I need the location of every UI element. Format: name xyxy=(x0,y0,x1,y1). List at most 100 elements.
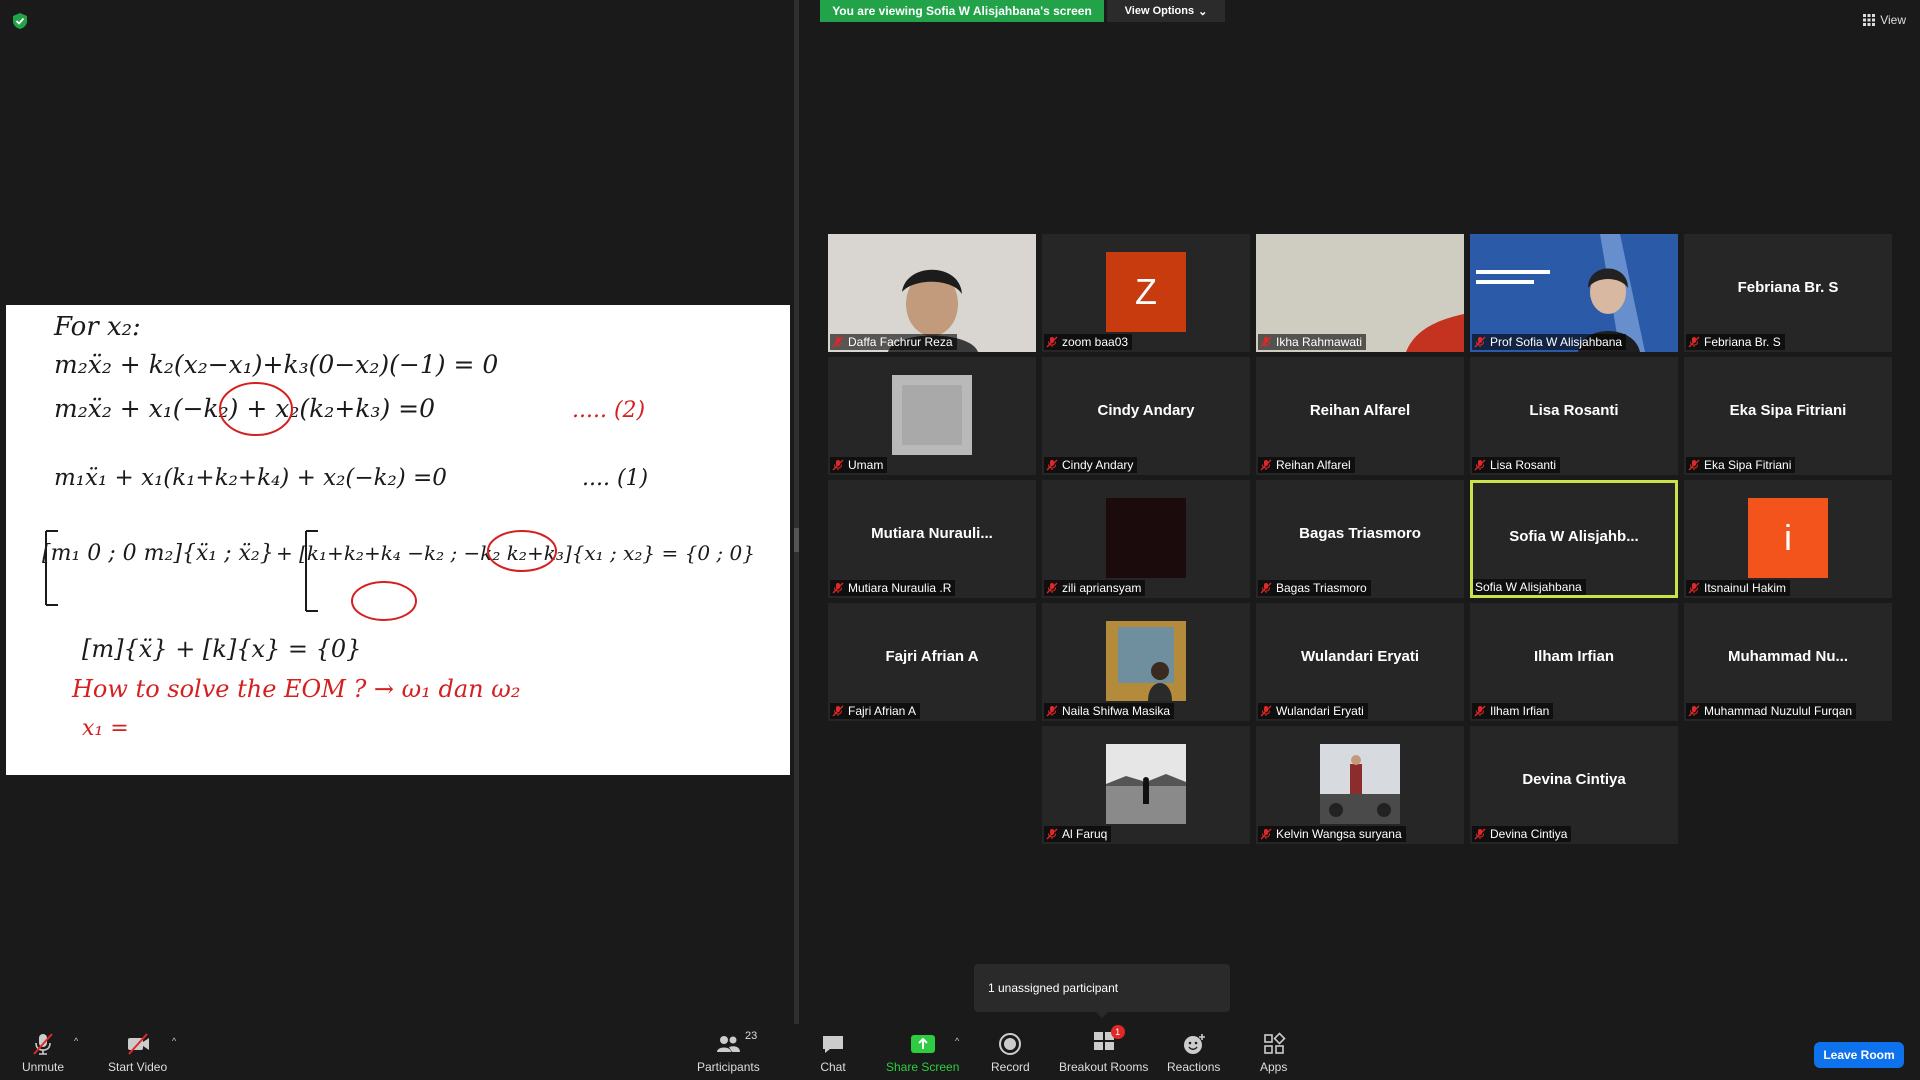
share-screen-button[interactable]: Share Screen xyxy=(886,1032,959,1074)
participant-name: Wulandari Eryati xyxy=(1276,704,1364,718)
participant-display-name: Wulandari Eryati xyxy=(1300,648,1420,665)
mic-muted-icon xyxy=(1688,336,1700,348)
mic-muted-icon xyxy=(832,336,844,348)
apps-icon xyxy=(1263,1032,1286,1054)
participant-nameplate: Ilham Irfian xyxy=(1472,703,1554,719)
participant-tile[interactable]: i Itsnainul Hakim xyxy=(1684,480,1892,598)
leave-room-button[interactable]: Leave Room xyxy=(1814,1042,1904,1068)
board-line-3: m₂ẍ₂ + x₁(−k₂) + x₂(k₂+k₃) =0 xyxy=(54,394,435,423)
participant-tile[interactable]: Umam xyxy=(828,357,1036,475)
participants-label: Participants xyxy=(697,1060,760,1074)
apps-button[interactable]: Apps xyxy=(1260,1032,1287,1074)
participant-display-name: Muhammad Nu... xyxy=(1727,648,1848,665)
chat-label: Chat xyxy=(820,1060,846,1074)
tooltip-pointer xyxy=(1094,1010,1110,1018)
participant-tile[interactable]: Cindy Andary Cindy Andary xyxy=(1042,357,1250,475)
mic-muted-icon xyxy=(1474,336,1486,348)
participant-tile[interactable]: Al Faruq xyxy=(1042,726,1250,844)
participant-tile[interactable]: Sofia W Alisjahb... Sofia W Alisjahbana xyxy=(1470,480,1678,598)
participant-nameplate: Daffa Fachrur Reza xyxy=(830,334,957,350)
participant-tile[interactable]: Fajri Afrian A Fajri Afrian A xyxy=(828,603,1036,721)
participant-nameplate: Lisa Rosanti xyxy=(1472,457,1561,473)
record-icon xyxy=(999,1033,1022,1055)
record-button[interactable]: Record xyxy=(991,1032,1030,1074)
participant-nameplate: Devina Cintiya xyxy=(1472,826,1572,842)
mic-muted-icon xyxy=(1688,705,1700,717)
video-off-icon xyxy=(127,1033,149,1055)
participant-display-name: Febriana Br. S xyxy=(1737,279,1839,296)
participant-display-name: Eka Sipa Fitriani xyxy=(1729,402,1847,419)
avatar: Z xyxy=(1106,252,1186,332)
avatar: i xyxy=(1748,498,1828,578)
participant-nameplate: zili apriansyam xyxy=(1044,580,1146,596)
video-options-caret[interactable]: ^ xyxy=(172,1036,176,1046)
security-shield-icon[interactable] xyxy=(12,12,28,30)
mic-muted-icon xyxy=(1260,336,1272,348)
participant-name: Muhammad Nuzulul Furqan xyxy=(1704,704,1853,718)
participant-tile[interactable]: Wulandari Eryati Wulandari Eryati xyxy=(1256,603,1464,721)
participant-tile[interactable]: Eka Sipa Fitriani Eka Sipa Fitriani xyxy=(1684,357,1892,475)
participant-tile[interactable]: Ilham Irfian Ilham Irfian xyxy=(1470,603,1678,721)
start-video-button[interactable]: Start Video xyxy=(108,1032,167,1074)
participant-display-name: Lisa Rosanti xyxy=(1529,402,1619,419)
participant-nameplate: Eka Sipa Fitriani xyxy=(1686,457,1796,473)
split-divider[interactable] xyxy=(794,0,799,1024)
participant-tile[interactable]: Febriana Br. S Febriana Br. S xyxy=(1684,234,1892,352)
participant-tile[interactable]: Prof Sofia W Alisjahbana xyxy=(1470,234,1678,352)
smiley-plus-icon xyxy=(1183,1034,1205,1054)
share-screen-icon xyxy=(910,1035,935,1053)
empty-cell xyxy=(828,726,1036,844)
mic-muted-icon xyxy=(1046,582,1058,594)
view-button[interactable]: View xyxy=(1863,10,1906,30)
participant-tile[interactable]: Reihan Alfarel Reihan Alfarel xyxy=(1256,357,1464,475)
participant-tile[interactable]: Kelvin Wangsa suryana xyxy=(1256,726,1464,844)
participant-display-name: Reihan Alfarel xyxy=(1309,402,1411,419)
board-line-3-tag: ..... (2) xyxy=(572,398,645,423)
participant-nameplate: Sofia W Alisjahbana xyxy=(1473,579,1586,595)
audio-options-caret[interactable]: ^ xyxy=(74,1036,78,1046)
participant-tile[interactable]: Zzoom baa03 xyxy=(1042,234,1250,352)
mic-muted-icon xyxy=(832,705,844,717)
reactions-button[interactable]: Reactions xyxy=(1167,1032,1220,1074)
participant-nameplate: Febriana Br. S xyxy=(1686,334,1785,350)
split-divider-handle[interactable] xyxy=(794,528,799,552)
viewing-banner: You are viewing Sofia W Alisjahbana's sc… xyxy=(820,0,1104,22)
participant-tile[interactable]: Lisa Rosanti Lisa Rosanti xyxy=(1470,357,1678,475)
participant-grid: Daffa Fachrur Reza Zzoom baa03 Ikha Rahmaw… xyxy=(828,234,1898,844)
participant-name: zili apriansyam xyxy=(1062,581,1142,595)
participant-tile[interactable]: Ikha Rahmawati xyxy=(1256,234,1464,352)
view-label: View xyxy=(1880,13,1906,27)
breakout-rooms-button[interactable]: 1 Breakout Rooms xyxy=(1059,1025,1148,1074)
unmute-label: Unmute xyxy=(22,1060,65,1074)
board-matrix-k: + [k₁+k₂+k₄ −k₂ ; −k₂ k₂+k₃]{x₁ ; x₂} = … xyxy=(276,541,755,565)
participant-name: Febriana Br. S xyxy=(1704,335,1781,349)
chat-button[interactable]: Chat xyxy=(820,1032,846,1074)
participant-tile[interactable]: Daffa Fachrur Reza xyxy=(828,234,1036,352)
mic-muted-icon xyxy=(1688,582,1700,594)
view-options-button[interactable]: View Options ⌄ xyxy=(1107,0,1225,22)
participants-button[interactable]: 23 Participants xyxy=(697,1030,760,1074)
participant-tile[interactable]: Muhammad Nu... Muhammad Nuzulul Furqan xyxy=(1684,603,1892,721)
participant-name: Bagas Triasmoro xyxy=(1276,581,1367,595)
participant-tile[interactable]: zili apriansyam xyxy=(1042,480,1250,598)
participant-display-name: Mutiara Nurauli... xyxy=(871,525,993,542)
board-line-1: For x₂: xyxy=(53,312,141,342)
participant-name: Reihan Alfarel xyxy=(1276,458,1351,472)
board-matrix-m: [m₁ 0 ; 0 m₂]{ẍ₁ ; ẍ₂} xyxy=(42,541,274,566)
participant-tile[interactable]: Naila Shifwa Masika xyxy=(1042,603,1250,721)
participants-count: 23 xyxy=(745,1030,758,1042)
mic-muted-icon xyxy=(1260,828,1272,840)
board-line-7: How to solve the EOM ? → ω₁ dan ω₂ xyxy=(71,675,520,703)
participant-tile[interactable]: Devina Cintiya Devina Cintiya xyxy=(1470,726,1678,844)
share-options-caret[interactable]: ^ xyxy=(955,1036,959,1046)
mic-muted-icon xyxy=(1474,705,1486,717)
participant-nameplate: Muhammad Nuzulul Furqan xyxy=(1686,703,1857,719)
participant-tile[interactable]: Bagas Triasmoro Bagas Triasmoro xyxy=(1256,480,1464,598)
participant-tile[interactable]: Mutiara Nurauli... Mutiara Nuraulia .R xyxy=(828,480,1036,598)
unmute-button[interactable]: Unmute xyxy=(22,1032,64,1074)
participant-nameplate: Prof Sofia W Alisjahbana xyxy=(1472,334,1627,350)
participant-display-name: Devina Cintiya xyxy=(1522,771,1626,788)
participant-nameplate: Cindy Andary xyxy=(1044,457,1138,473)
participant-name: Al Faruq xyxy=(1062,827,1108,841)
reactions-label: Reactions xyxy=(1167,1060,1221,1074)
